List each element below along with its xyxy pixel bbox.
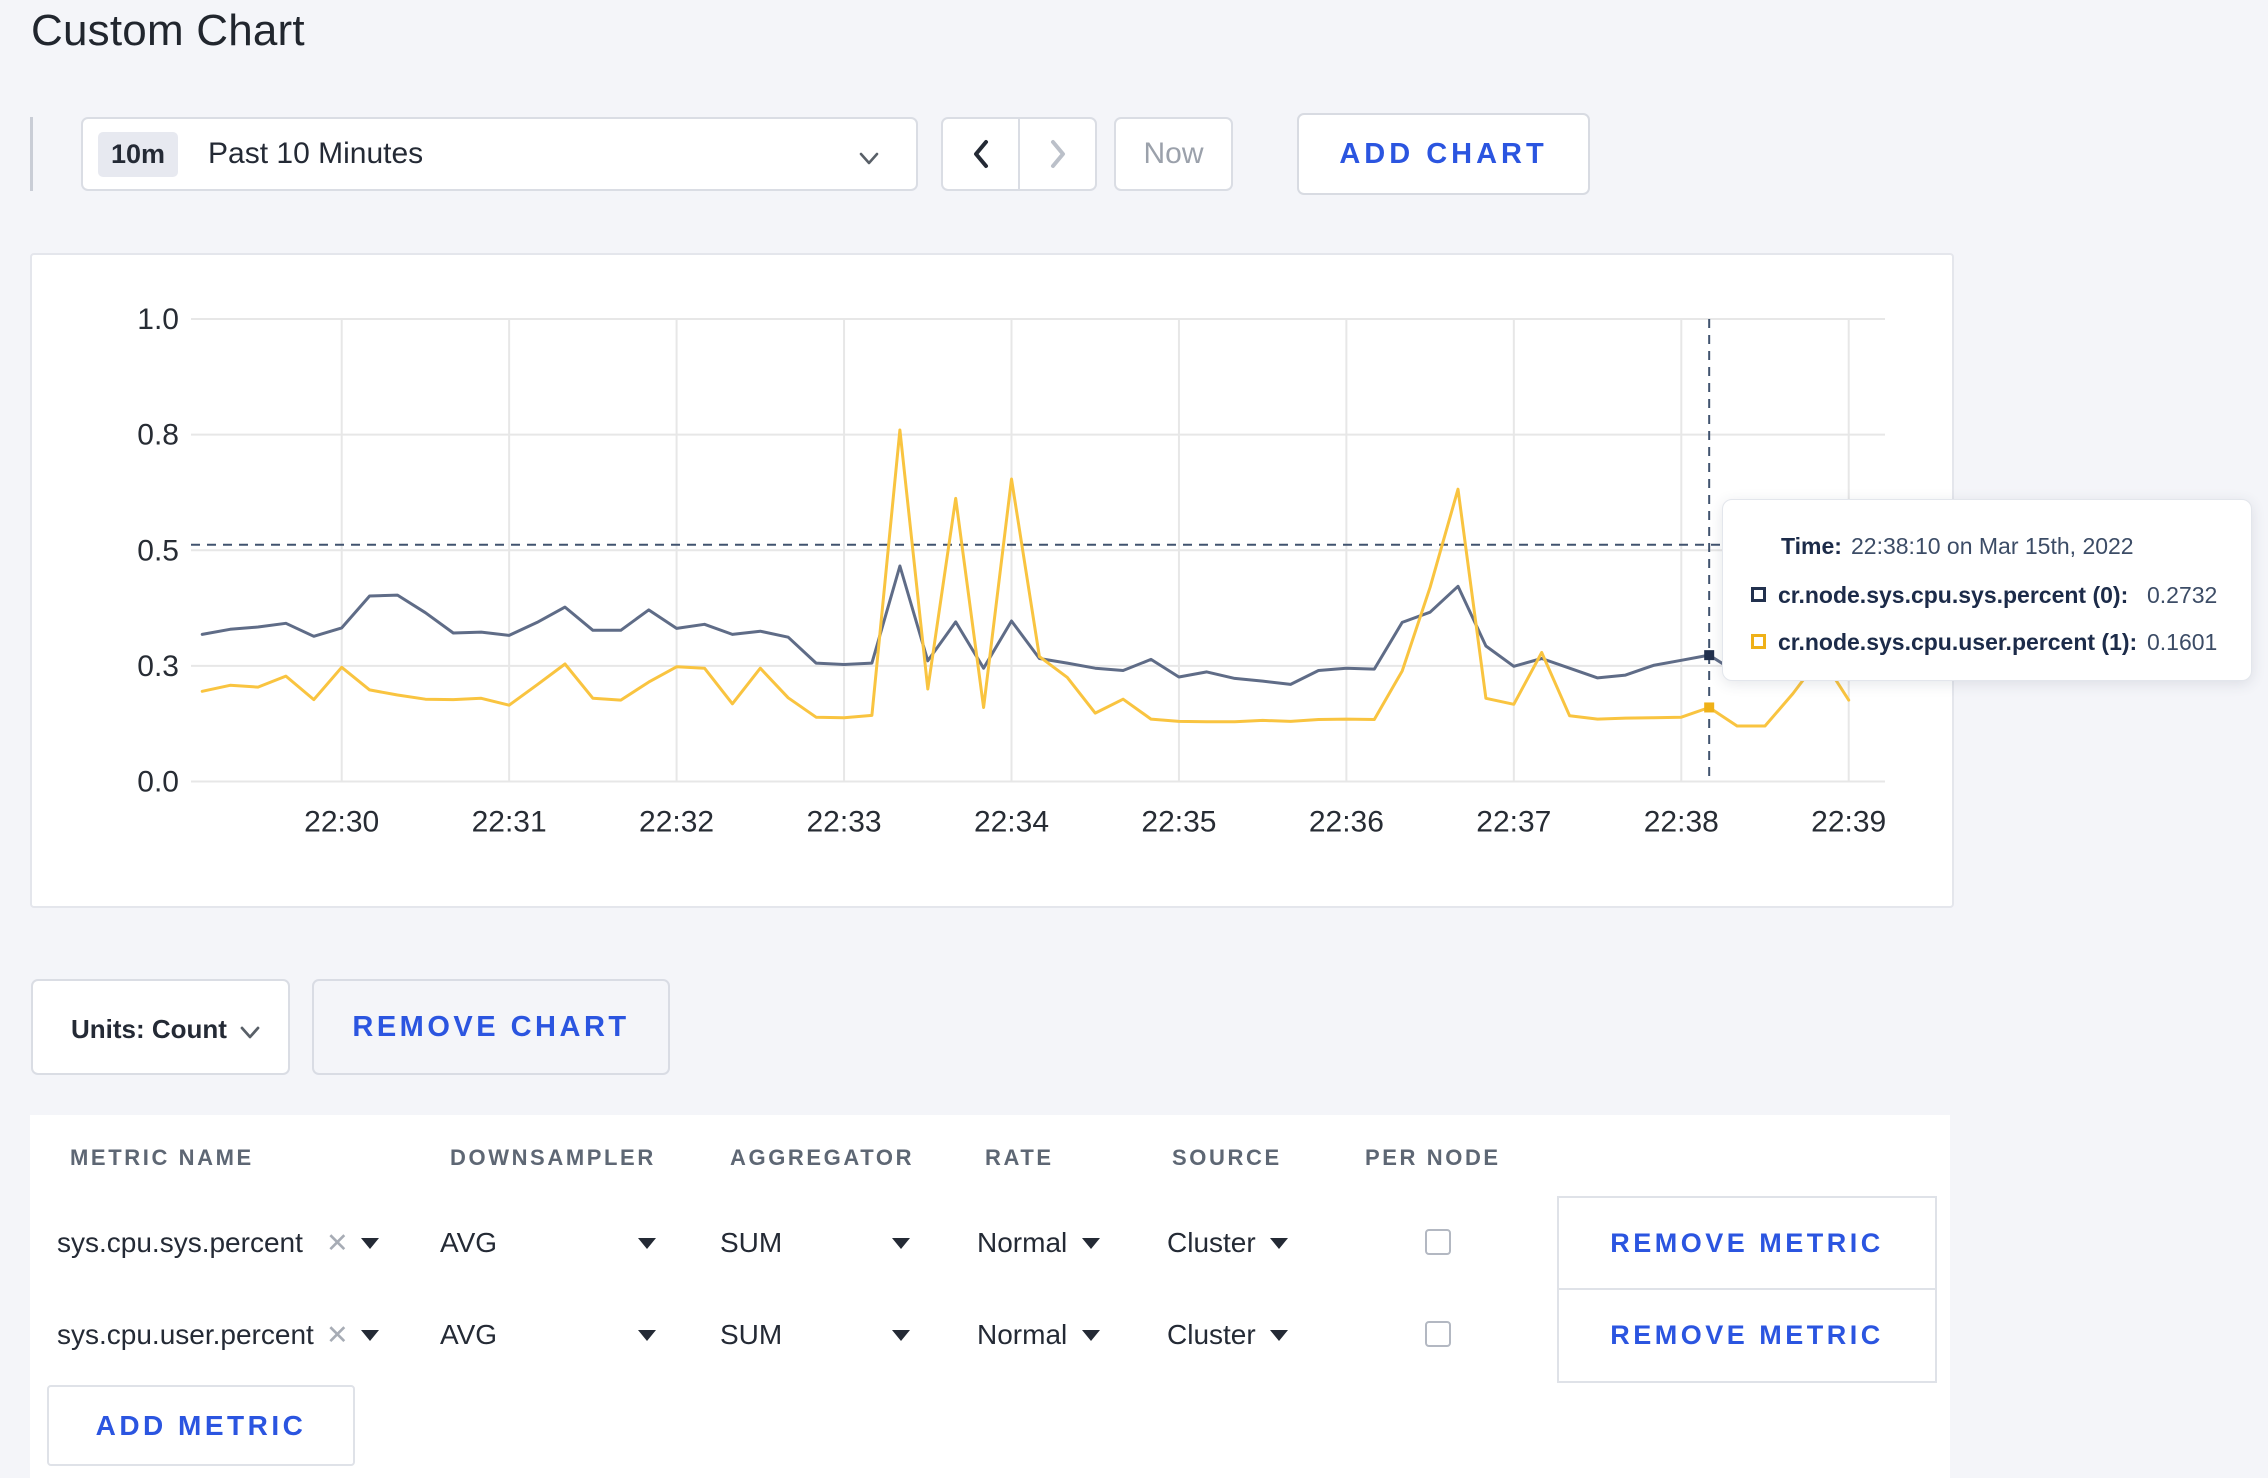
y-tick-label: 0.5: [137, 534, 179, 567]
x-tick-label: 22:35: [1141, 806, 1216, 839]
add-chart-button[interactable]: ADD CHART: [1297, 113, 1590, 195]
aggregator-value[interactable]: SUM: [720, 1319, 782, 1351]
y-tick-label: 0.3: [137, 650, 179, 683]
remove-chart-button[interactable]: REMOVE CHART: [312, 979, 670, 1075]
page-title: Custom Chart: [31, 6, 305, 55]
col-header-per-node: PER NODE: [1365, 1145, 1501, 1170]
caret-down-icon[interactable]: [892, 1238, 910, 1249]
series-swatch-sys: [1751, 587, 1766, 602]
now-button[interactable]: Now: [1114, 117, 1233, 191]
x-tick-label: 22:31: [472, 806, 547, 839]
x-tick-label: 22:32: [639, 806, 714, 839]
chart-card: 0.0 0.3 0.5 0.8 1.0 22:30 22:31 22:32 22:33 22:34…: [30, 253, 1954, 908]
add-metric-label: ADD METRIC: [95, 1409, 307, 1441]
next-time-button[interactable]: [1020, 119, 1095, 189]
col-header-aggregator: AGGREGATOR: [730, 1145, 915, 1170]
x-tick-label: 22:37: [1476, 806, 1551, 839]
toolbar-left-rule: [30, 117, 33, 191]
remove-metric-x-icon[interactable]: ✕: [326, 1320, 349, 1351]
series-line: [200, 428, 1851, 728]
metric-name-value[interactable]: sys.cpu.sys.percent: [57, 1227, 303, 1259]
prev-time-button[interactable]: [943, 119, 1020, 189]
chevron-right-icon: [1050, 140, 1065, 168]
col-header-metric-name: METRIC NAME: [70, 1145, 254, 1170]
metrics-table: METRIC NAME DOWNSAMPLER AGGREGATOR RATE …: [30, 1115, 1950, 1478]
add-chart-label: ADD CHART: [1339, 137, 1548, 170]
col-header-downsampler: DOWNSAMPLER: [450, 1145, 656, 1170]
remove-chart-label: REMOVE CHART: [352, 1010, 630, 1043]
remove-metric-x-icon[interactable]: ✕: [326, 1228, 349, 1259]
y-tick-label: 1.0: [137, 303, 179, 336]
source-value[interactable]: Cluster: [1167, 1319, 1256, 1351]
chart-tooltip: Time: 22:38:10 on Mar 15th, 2022 cr.node…: [1722, 499, 2252, 681]
aggregator-value[interactable]: SUM: [720, 1227, 782, 1259]
caret-down-icon[interactable]: [361, 1330, 379, 1341]
x-tick-label: 22:34: [974, 806, 1049, 839]
line-chart[interactable]: 0.0 0.3 0.5 0.8 1.0 22:30 22:31 22:32 22:33 22:34…: [32, 255, 1952, 906]
now-button-label: Now: [1143, 137, 1204, 170]
remove-metric-button[interactable]: REMOVE METRIC: [1557, 1288, 1937, 1383]
x-tick-label: 22:39: [1811, 806, 1886, 839]
x-tick-label: 22:30: [304, 806, 379, 839]
x-tick-label: 22:38: [1644, 806, 1719, 839]
units-label: Units: Count: [71, 1014, 227, 1044]
caret-down-icon[interactable]: [361, 1238, 379, 1249]
col-header-source: SOURCE: [1172, 1145, 1282, 1170]
rate-value[interactable]: Normal: [977, 1227, 1067, 1259]
tooltip-time-value: 22:38:10 on Mar 15th, 2022: [1851, 533, 2134, 559]
time-nav-group: [941, 117, 1097, 191]
per-node-checkbox[interactable]: [1425, 1321, 1451, 1347]
caret-down-icon[interactable]: [892, 1330, 910, 1341]
tooltip-series-value: 0.2732: [2147, 582, 2218, 608]
time-range-label: Past 10 Minutes: [208, 137, 424, 170]
tooltip-series-label: cr.node.sys.cpu.user.percent (1):: [1778, 629, 2138, 655]
caret-down-icon[interactable]: [1082, 1330, 1100, 1341]
metric-name-value[interactable]: sys.cpu.user.percent: [57, 1319, 314, 1351]
tooltip-time-label: Time:: [1781, 533, 1842, 559]
y-tick-label: 0.8: [137, 419, 179, 452]
tooltip-series-label: cr.node.sys.cpu.sys.percent (0):: [1778, 582, 2129, 608]
col-header-rate: RATE: [985, 1145, 1054, 1170]
caret-down-icon[interactable]: [1270, 1330, 1288, 1341]
caret-down-icon[interactable]: [638, 1238, 656, 1249]
x-tick-label: 22:36: [1309, 806, 1384, 839]
series-swatch-user: [1751, 634, 1766, 649]
per-node-checkbox[interactable]: [1425, 1229, 1451, 1255]
caret-down-icon[interactable]: [638, 1330, 656, 1341]
caret-down-icon[interactable]: [1270, 1238, 1288, 1249]
remove-metric-label: REMOVE METRIC: [1610, 1228, 1884, 1258]
downsampler-value[interactable]: AVG: [440, 1227, 497, 1259]
time-range-dropdown[interactable]: 10m Past 10 Minutes: [81, 117, 918, 191]
add-metric-button[interactable]: ADD METRIC: [47, 1385, 355, 1466]
crosshair-marker: [1704, 702, 1715, 713]
remove-metric-label: REMOVE METRIC: [1610, 1320, 1884, 1350]
time-range-badge: 10m: [98, 131, 179, 177]
rate-value[interactable]: Normal: [977, 1319, 1067, 1351]
tooltip-series-value: 0.1601: [2147, 629, 2218, 655]
chevron-down-icon: [859, 152, 879, 165]
downsampler-value[interactable]: AVG: [440, 1319, 497, 1351]
units-dropdown[interactable]: Units: Count: [31, 979, 290, 1075]
source-value[interactable]: Cluster: [1167, 1227, 1256, 1259]
y-tick-label: 0.0: [137, 766, 179, 799]
crosshair-marker: [1704, 650, 1715, 661]
caret-down-icon[interactable]: [1082, 1238, 1100, 1249]
chevron-left-icon: [973, 140, 988, 168]
chevron-down-icon: [240, 1026, 260, 1039]
remove-metric-button[interactable]: REMOVE METRIC: [1557, 1196, 1937, 1291]
x-tick-label: 22:33: [807, 806, 882, 839]
